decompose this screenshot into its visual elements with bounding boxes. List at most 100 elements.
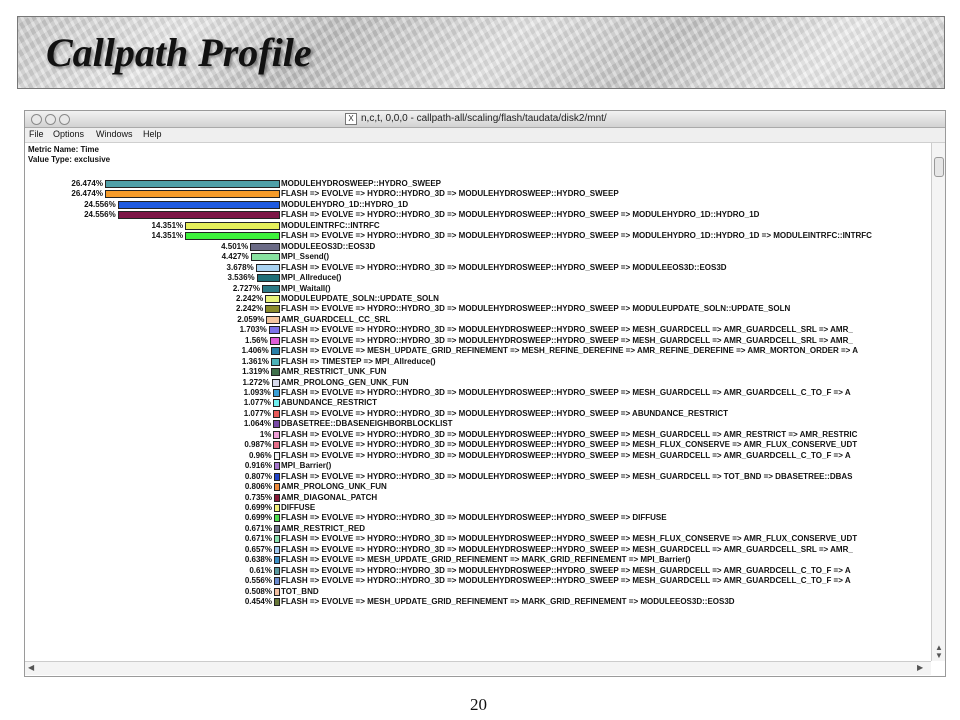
profile-row[interactable]: 1.077% ABUNDANCE_RESTRICT: [25, 398, 931, 408]
profile-row[interactable]: 0.806% AMR_PROLONG_UNK_FUN: [25, 482, 931, 492]
profile-row[interactable]: 1.077% FLASH => EVOLVE => HYDRO::HYDRO_3D…: [25, 409, 931, 419]
close-window-button[interactable]: [31, 114, 42, 125]
profile-row[interactable]: 0.508% TOT_BND: [25, 587, 931, 597]
row-percent: 24.556%: [84, 210, 116, 220]
row-callpath-name: MPI_Waitall(): [281, 283, 331, 293]
row-callpath-name: FLASH => EVOLVE => HYDRO::HYDRO_3D => MO…: [281, 189, 619, 199]
row-callpath-name: FLASH => EVOLVE => HYDRO::HYDRO_3D => MO…: [281, 335, 853, 345]
vertical-scrollbar[interactable]: ▲ ▼: [931, 143, 945, 661]
row-percent: 1%: [259, 429, 272, 439]
profile-row[interactable]: 1.56% FLASH => EVOLVE => HYDRO::HYDRO_3D …: [25, 336, 931, 346]
row-callpath-name: FLASH => EVOLVE => HYDRO::HYDRO_3D => MO…: [281, 471, 853, 481]
row-callpath-name: FLASH => EVOLVE => HYDRO::HYDRO_3D => MO…: [281, 429, 858, 439]
profile-row[interactable]: 4.427% MPI_Ssend(): [25, 252, 931, 262]
scroll-down-arrow-icon[interactable]: ▼: [935, 651, 943, 660]
row-percent: 0.807%: [244, 471, 272, 481]
profile-content: Metric Name: Time Value Type: exclusive …: [25, 143, 931, 661]
vertical-scroll-thumb[interactable]: [934, 157, 944, 177]
profile-row[interactable]: 2.242% MODULEUPDATE_SOLN::UPDATE_SOLN: [25, 294, 931, 304]
profile-row[interactable]: 24.556% MODULEHYDRO_1D::HYDRO_1D: [25, 200, 931, 210]
row-bar: [272, 420, 280, 429]
row-callpath-name: MODULEINTRFC::INTRFC: [281, 220, 380, 230]
profile-row[interactable]: 1.272% AMR_PROLONG_GEN_UNK_FUN: [25, 378, 931, 388]
profile-row[interactable]: 0.699% FLASH => EVOLVE => HYDRO::HYDRO_3D…: [25, 513, 931, 523]
profile-row[interactable]: 1.361% FLASH => TIMESTEP => MPI_Allreduce…: [25, 357, 931, 367]
row-percent: 0.806%: [244, 482, 272, 492]
row-callpath-name: FLASH => EVOLVE => HYDRO::HYDRO_3D => MO…: [281, 565, 851, 575]
row-bar: [250, 242, 280, 251]
slide-title: Callpath Profile: [46, 30, 312, 75]
profile-row[interactable]: 1.093% FLASH => EVOLVE => HYDRO::HYDRO_3D…: [25, 388, 931, 398]
scroll-right-arrow-icon[interactable]: ▶: [917, 663, 923, 672]
profile-row[interactable]: 24.556% FLASH => EVOLVE => HYDRO::HYDRO_3…: [25, 210, 931, 220]
profile-row[interactable]: 1.703% FLASH => EVOLVE => HYDRO::HYDRO_3D…: [25, 325, 931, 335]
profile-row[interactable]: 0.638% FLASH => EVOLVE => MESH_UPDATE_GRI…: [25, 555, 931, 565]
row-bar: [273, 462, 280, 471]
profile-row[interactable]: 14.351% FLASH => EVOLVE => HYDRO::HYDRO_3…: [25, 231, 931, 241]
profile-row[interactable]: 1% FLASH => EVOLVE => HYDRO::HYDRO_3D => …: [25, 430, 931, 440]
profile-row[interactable]: 0.671% AMR_RESTRICT_RED: [25, 524, 931, 534]
row-bar: [273, 451, 280, 460]
row-percent: 0.638%: [244, 555, 272, 565]
profile-row[interactable]: 2.242% FLASH => EVOLVE => HYDRO::HYDRO_3D…: [25, 304, 931, 314]
menu-options[interactable]: Options: [53, 129, 84, 139]
row-percent: 2.727%: [232, 283, 260, 293]
row-percent: 3.536%: [227, 273, 255, 283]
profile-row[interactable]: 26.474% FLASH => EVOLVE => HYDRO::HYDRO_3…: [25, 189, 931, 199]
profile-row[interactable]: 1.319% AMR_RESTRICT_UNK_FUN: [25, 367, 931, 377]
menu-bar: File Options Windows Help: [25, 128, 945, 143]
row-percent: 2.242%: [236, 304, 264, 314]
profile-row[interactable]: 14.351% MODULEINTRFC::INTRFC: [25, 221, 931, 231]
row-bar: [250, 253, 280, 262]
row-callpath-name: MODULEEOS3D::EOS3D: [281, 241, 376, 251]
profile-row[interactable]: 0.735% AMR_DIAGONAL_PATCH: [25, 493, 931, 503]
profile-row[interactable]: 1.064% DBASETREE::DBASENEIGHBORBLOCKLIST: [25, 419, 931, 429]
row-bar: [274, 483, 280, 492]
profile-row[interactable]: 0.671% FLASH => EVOLVE => HYDRO::HYDRO_3D…: [25, 534, 931, 544]
row-bar: [117, 211, 280, 220]
row-callpath-name: FLASH => EVOLVE => HYDRO::HYDRO_3D => MO…: [281, 544, 853, 554]
minimize-window-button[interactable]: [45, 114, 56, 125]
profile-row[interactable]: 3.678% FLASH => EVOLVE => HYDRO::HYDRO_3D…: [25, 263, 931, 273]
menu-windows[interactable]: Windows: [96, 129, 133, 139]
row-bar: [255, 263, 280, 272]
row-callpath-name: FLASH => EVOLVE => HYDRO::HYDRO_3D => MO…: [281, 304, 791, 314]
profile-row[interactable]: 4.501% MODULEEOS3D::EOS3D: [25, 242, 931, 252]
row-percent: 1.077%: [243, 408, 271, 418]
horizontal-scrollbar[interactable]: ◀ ▶: [25, 661, 931, 675]
row-percent: 0.699%: [244, 513, 272, 523]
row-percent: 0.916%: [244, 461, 272, 471]
profile-row[interactable]: 2.727% MPI_Waitall(): [25, 284, 931, 294]
row-percent: 1.361%: [241, 356, 270, 366]
row-percent: 4.501%: [221, 241, 249, 251]
profile-row[interactable]: 0.556% FLASH => EVOLVE => HYDRO::HYDRO_3D…: [25, 576, 931, 586]
row-bar: [272, 399, 280, 408]
scroll-left-arrow-icon[interactable]: ◀: [28, 663, 34, 672]
menu-help[interactable]: Help: [143, 129, 162, 139]
row-percent: 1.703%: [239, 325, 267, 335]
profile-row[interactable]: 0.916% MPI_Barrier(): [25, 461, 931, 471]
profile-row[interactable]: 0.96% FLASH => EVOLVE => HYDRO::HYDRO_3D …: [25, 451, 931, 461]
profile-row[interactable]: 0.699% DIFFUSE: [25, 503, 931, 513]
row-callpath-name: FLASH => EVOLVE => HYDRO::HYDRO_3D => MO…: [281, 262, 727, 272]
profile-row[interactable]: 0.454% FLASH => EVOLVE => MESH_UPDATE_GRI…: [25, 597, 931, 607]
profile-row[interactable]: 2.059% AMR_GUARDCELL_CC_SRL: [25, 315, 931, 325]
row-callpath-name: FLASH => EVOLVE => HYDRO::HYDRO_3D => MO…: [281, 440, 858, 450]
row-callpath-name: AMR_PROLONG_GEN_UNK_FUN: [281, 377, 409, 387]
profile-row[interactable]: 0.61% FLASH => EVOLVE => HYDRO::HYDRO_3D …: [25, 566, 931, 576]
row-callpath-name: MPI_Allreduce(): [281, 273, 342, 283]
row-percent: 1.56%: [245, 335, 268, 345]
profile-row[interactable]: 1.406% FLASH => EVOLVE => MESH_UPDATE_GRI…: [25, 346, 931, 356]
profile-row[interactable]: 0.807% FLASH => EVOLVE => HYDRO::HYDRO_3D…: [25, 472, 931, 482]
profile-row[interactable]: 3.536% MPI_Allreduce(): [25, 273, 931, 283]
zoom-window-button[interactable]: [59, 114, 70, 125]
profile-row[interactable]: 0.987% FLASH => EVOLVE => HYDRO::HYDRO_3D…: [25, 440, 931, 450]
row-bar: [105, 180, 280, 188]
profile-row[interactable]: 26.474% MODULEHYDROSWEEP::HYDRO_SWEEP: [25, 179, 931, 189]
row-bar: [274, 524, 280, 533]
profiler-window: X n,c,t, 0,0,0 - callpath-all/scaling/fl…: [24, 110, 946, 677]
profile-row[interactable]: 0.657% FLASH => EVOLVE => HYDRO::HYDRO_3D…: [25, 545, 931, 555]
row-callpath-name: FLASH => TIMESTEP => MPI_Allreduce(): [281, 356, 436, 366]
menu-file[interactable]: File: [29, 129, 44, 139]
row-callpath-name: DBASETREE::DBASENEIGHBORBLOCKLIST: [281, 419, 453, 429]
